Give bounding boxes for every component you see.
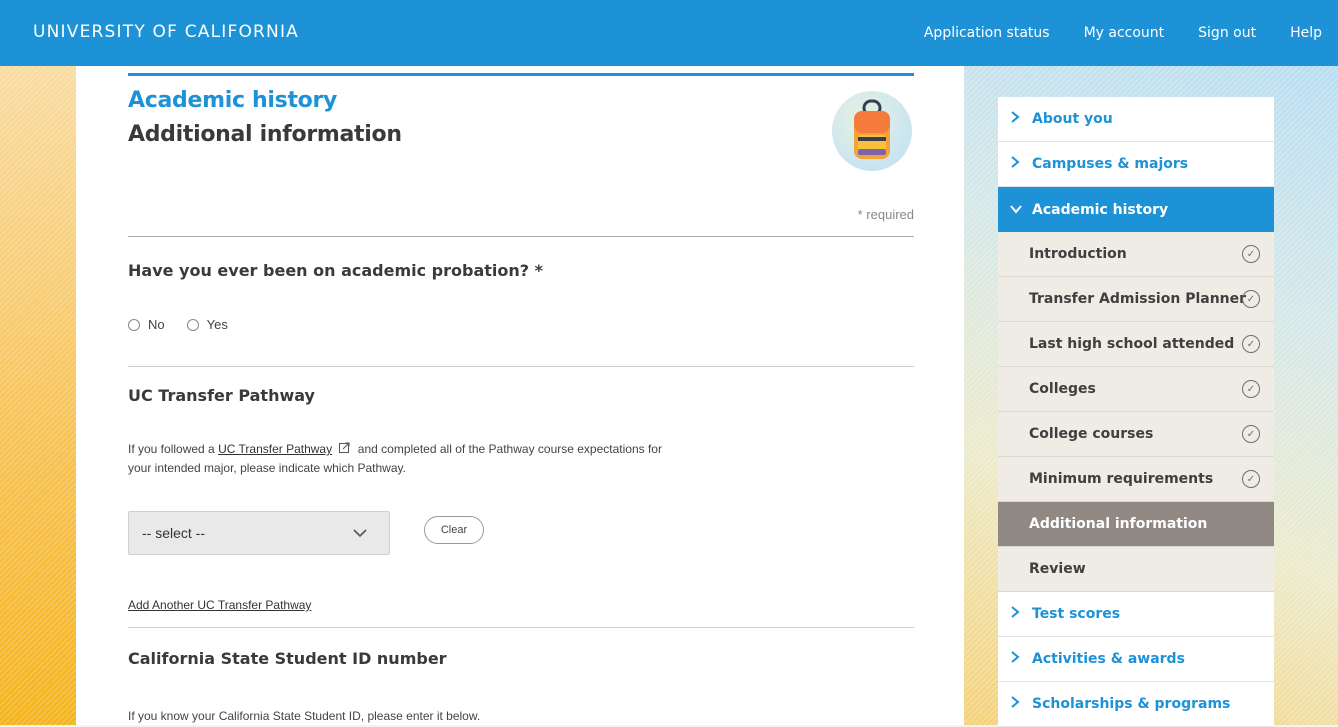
- sidebar-item-academic-history[interactable]: Academic history: [998, 187, 1274, 232]
- sidebar-item-label: Academic history: [1032, 201, 1169, 218]
- radio-label: No: [148, 317, 165, 332]
- top-bar: UNIVERSITY OF CALIFORNIA Application sta…: [0, 0, 1338, 66]
- top-nav: Application status My account Sign out H…: [924, 0, 1338, 66]
- radio-circle-icon[interactable]: [128, 318, 140, 331]
- page-title: Additional information: [128, 122, 402, 147]
- chevron-right-icon: [1010, 111, 1020, 127]
- sidebar-item-label: About you: [1032, 111, 1113, 127]
- sidebar-subitem-review[interactable]: Review: [998, 547, 1274, 592]
- check-circle-icon: ✓: [1242, 290, 1260, 308]
- divider: [128, 627, 914, 628]
- sidebar-item-campuses-majors[interactable]: Campuses & majors: [998, 142, 1274, 187]
- add-pathway-link[interactable]: Add Another UC Transfer Pathway: [128, 598, 311, 612]
- section-title: Academic history: [128, 88, 338, 113]
- sidebar-subitem-college-courses[interactable]: College courses ✓: [998, 412, 1274, 457]
- sidebar-item-label: Scholarships & programs: [1032, 696, 1231, 712]
- sidebar-subitem-label: Transfer Admission Planner: [1029, 291, 1247, 307]
- chevron-right-icon: [1010, 651, 1020, 667]
- chevron-down-icon: [1010, 202, 1022, 218]
- left-decorative-stripe: [0, 66, 76, 725]
- sidebar-item-test-scores[interactable]: Test scores: [998, 592, 1274, 637]
- backpack-icon: [832, 91, 912, 171]
- probation-question: Have you ever been on academic probation…: [128, 261, 543, 280]
- clear-button[interactable]: Clear: [424, 516, 484, 544]
- sidebar-subitem-label: College courses: [1029, 426, 1154, 442]
- sidebar-subitem-label: Last high school attended: [1029, 336, 1235, 352]
- sidebar-subitem-colleges[interactable]: Colleges ✓: [998, 367, 1274, 412]
- sidebar-subitem-additional-information[interactable]: Additional information: [998, 502, 1274, 547]
- select-value: -- select --: [142, 525, 205, 541]
- chevron-right-icon: [1010, 606, 1020, 622]
- sidebar-item-about-you[interactable]: About you: [998, 97, 1274, 142]
- state-id-description: If you know your California State Studen…: [128, 709, 481, 723]
- sidebar-subitem-last-high-school[interactable]: Last high school attended ✓: [998, 322, 1274, 367]
- sidebar-subitem-label: Minimum requirements: [1029, 471, 1214, 487]
- divider: [128, 366, 914, 367]
- chevron-down-icon: [353, 529, 367, 538]
- state-id-heading: California State Student ID number: [128, 649, 447, 668]
- main-panel: Academic history Additional information …: [76, 66, 964, 725]
- sidebar-item-scholarships-programs[interactable]: Scholarships & programs: [998, 682, 1274, 727]
- radio-label: Yes: [206, 317, 228, 332]
- divider: [128, 236, 914, 237]
- sidebar-item-label: Activities & awards: [1032, 651, 1185, 667]
- sidebar-item-activities-awards[interactable]: Activities & awards: [998, 637, 1274, 682]
- probation-yes-radio[interactable]: Yes: [186, 317, 228, 332]
- sidebar-subitem-label: Review: [1029, 561, 1086, 577]
- sidebar-subitem-label: Colleges: [1029, 381, 1096, 397]
- nav-my-account[interactable]: My account: [1084, 25, 1165, 41]
- sidebar-subitem-label: Introduction: [1029, 246, 1127, 262]
- probation-radio-group: No Yes: [128, 317, 250, 332]
- sidebar-subitem-transfer-admission-planner[interactable]: Transfer Admission Planner ✓: [998, 277, 1274, 322]
- radio-circle-icon[interactable]: [186, 318, 199, 331]
- chevron-right-icon: [1010, 696, 1020, 712]
- check-circle-icon: ✓: [1242, 335, 1260, 353]
- required-note: * required: [857, 207, 914, 222]
- probation-no-radio[interactable]: No: [128, 317, 165, 332]
- pathway-desc-before: If you followed a: [128, 442, 215, 456]
- nav-application-status[interactable]: Application status: [924, 25, 1050, 41]
- pathway-heading: UC Transfer Pathway: [128, 386, 315, 405]
- sidebar-item-label: Campuses & majors: [1032, 156, 1189, 172]
- brand-title[interactable]: UNIVERSITY OF CALIFORNIA: [33, 22, 299, 42]
- chevron-right-icon: [1010, 156, 1020, 172]
- section-top-rule: [128, 73, 914, 76]
- external-link-icon[interactable]: [339, 441, 350, 459]
- nav-help[interactable]: Help: [1290, 25, 1322, 41]
- check-circle-icon: ✓: [1242, 380, 1260, 398]
- sidebar-subitem-introduction[interactable]: Introduction ✓: [998, 232, 1274, 277]
- pathway-description: If you followed a UC Transfer Pathway an…: [128, 440, 688, 477]
- sidebar-subitem-minimum-requirements[interactable]: Minimum requirements ✓: [998, 457, 1274, 502]
- check-circle-icon: ✓: [1242, 470, 1260, 488]
- sidebar-subitem-label: Additional information: [1029, 516, 1208, 532]
- sidebar-item-label: Test scores: [1032, 606, 1121, 622]
- section-sidebar: About you Campuses & majors Academic his…: [998, 97, 1274, 727]
- check-circle-icon: ✓: [1242, 245, 1260, 263]
- pathway-link[interactable]: UC Transfer Pathway: [218, 442, 332, 456]
- pathway-select[interactable]: -- select --: [128, 511, 390, 555]
- nav-sign-out[interactable]: Sign out: [1198, 25, 1256, 41]
- check-circle-icon: ✓: [1242, 425, 1260, 443]
